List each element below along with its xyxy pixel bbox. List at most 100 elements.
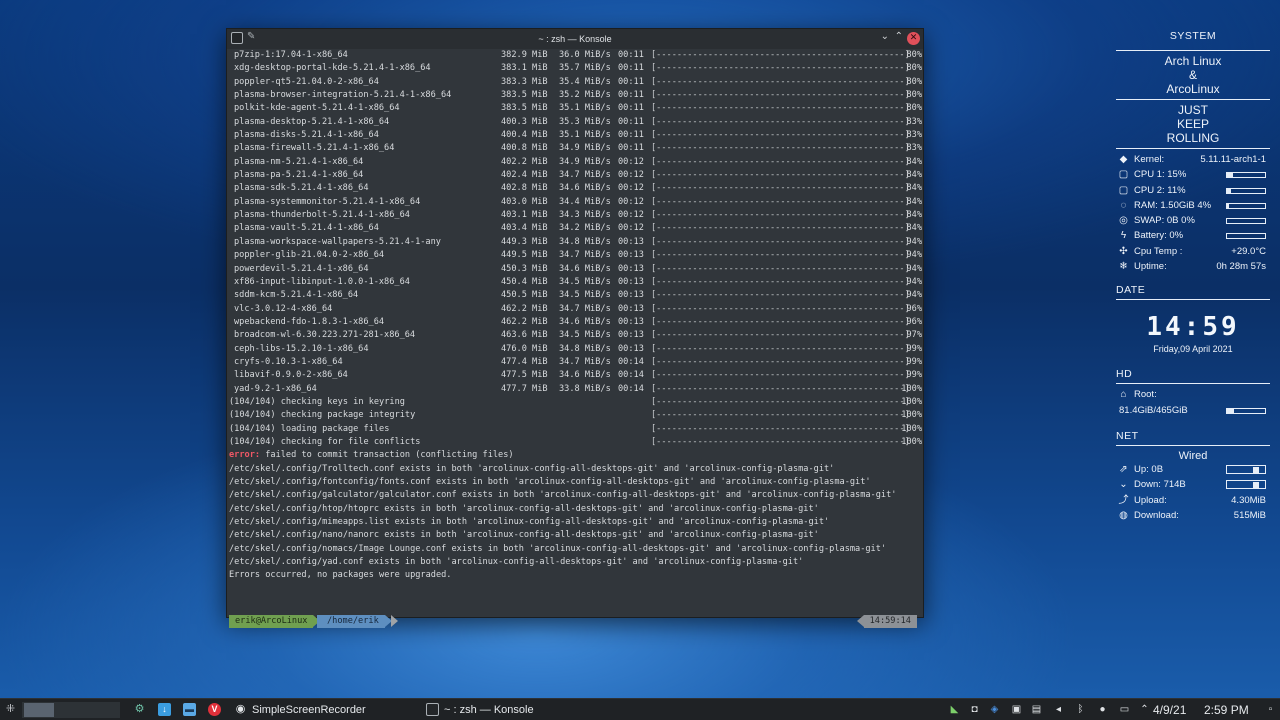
package-name: sddm-kcm-5.21.4-1-x86_64: [234, 290, 359, 301]
package-row: xdg-desktop-portal-kde-5.21.4-1-x86_64 38…: [229, 62, 922, 75]
progress-percent: 80%: [906, 50, 922, 60]
screenshot-icon[interactable]: ◘: [968, 703, 981, 716]
package-row: plasma-browser-integration-5.21.4-1-x86_…: [229, 89, 922, 102]
progress-bar: [---------------------------------------…: [651, 156, 910, 167]
progress-bar: [---------------------------------------…: [651, 370, 910, 381]
net-type: Wired: [1178, 449, 1208, 462]
motto-line-3: ROLLING: [1166, 131, 1220, 145]
clipboard-icon[interactable]: ▣: [1010, 703, 1023, 716]
system-settings-icon[interactable]: ⚙: [133, 703, 146, 716]
progress-bar: [---------------------------------------…: [651, 130, 910, 141]
arcolinux-tray-icon[interactable]: ◣: [948, 703, 961, 716]
conky-clock: 14:59: [1146, 312, 1240, 343]
konsole-window[interactable]: ✎ ~ : zsh — Konsole ⌄ ⌃ ✕ p7zip-1:17.04-…: [226, 28, 924, 628]
shell-prompt[interactable]: erik@ArcoLinux /home/erik 14:59:14: [229, 615, 921, 628]
step-text: (104/104) checking package integrity: [229, 410, 416, 421]
upload-icon: ⤴: [1118, 494, 1129, 506]
progress-bar: [---------------------------------------…: [651, 396, 910, 407]
package-size: 450.4 MiB: [501, 276, 548, 287]
minimize-button[interactable]: ⌄: [881, 31, 889, 42]
progress-percent: 84%: [906, 156, 922, 167]
cpu1-bar: [1226, 172, 1266, 179]
progress-percent: 94%: [906, 290, 922, 301]
desktop-1[interactable]: [24, 703, 54, 717]
divider: [1116, 299, 1270, 301]
download-rate: 35.4 MiB/s: [559, 76, 611, 87]
package-name: plasma-systemmonitor-5.21.4-1-x86_64: [234, 196, 421, 207]
progress-bar: [---------------------------------------…: [651, 236, 910, 247]
close-button[interactable]: ✕: [907, 32, 920, 45]
application-launcher-icon[interactable]: ⁜: [4, 703, 17, 716]
download-rate: 34.6 MiB/s: [559, 183, 611, 194]
package-size: 400.4 MiB: [501, 130, 548, 141]
file-manager-icon[interactable]: ▬: [183, 703, 196, 716]
elapsed-time: 00:12: [618, 170, 644, 181]
virtual-desktop-pager[interactable]: [22, 702, 120, 718]
chevron-down-icon: ⌄: [1119, 479, 1128, 491]
network-icon[interactable]: ▭: [1118, 703, 1131, 716]
update-icon[interactable]: ◈: [988, 703, 1001, 716]
package-row: plasma-firewall-5.21.4-1-x86_64 400.8 MiB…: [229, 142, 922, 155]
divider: [1116, 99, 1270, 100]
error-line: error: failed to commit transaction (con…: [229, 449, 921, 462]
elapsed-time: 00:13: [618, 316, 644, 327]
package-size: 403.4 MiB: [501, 223, 548, 234]
terminal-output[interactable]: p7zip-1:17.04-1-x86_64 382.9 MiB 36.0 MiB/…: [227, 49, 923, 628]
temp-label: Cpu Temp :: [1134, 245, 1183, 257]
diamond-icon: ◆: [1119, 154, 1128, 165]
system-title: SYSTEM: [1169, 30, 1217, 42]
download-rate: 34.8 MiB/s: [559, 236, 611, 247]
package-row: plasma-nm-5.21.4-1-x86_64 402.2 MiB 34.9 M…: [229, 156, 922, 169]
package-row: plasma-sdk-5.21.4-1-x86_64 402.8 MiB 34.6 …: [229, 182, 922, 195]
cpu2-label: CPU 2: 11%: [1134, 184, 1186, 196]
expand-tray-icon[interactable]: ⌃: [1138, 703, 1151, 716]
task-simplescreenrecorder[interactable]: ◉ SimpleScreenRecorder: [232, 700, 366, 720]
progress-percent: 80%: [906, 76, 922, 87]
window-titlebar[interactable]: ✎ ~ : zsh — Konsole ⌄ ⌃ ✕: [227, 29, 923, 49]
package-size: 449.5 MiB: [501, 250, 548, 261]
package-size: 400.8 MiB: [501, 143, 548, 154]
package-row: plasma-pa-5.21.4-1-x86_64 402.4 MiB 34.7 M…: [229, 169, 922, 182]
volume-icon[interactable]: ◂: [1052, 703, 1065, 716]
progress-bar: [---------------------------------------…: [651, 423, 910, 434]
vivaldi-browser-icon[interactable]: V: [208, 703, 221, 716]
kernel-value: 5.11.11-arch1-1: [1200, 154, 1266, 165]
download-rate: 34.3 MiB/s: [559, 210, 611, 221]
package-row: p7zip-1:17.04-1-x86_64 382.9 MiB 36.0 MiB/…: [229, 49, 922, 62]
package-size: 403.1 MiB: [501, 210, 548, 221]
temp-row: ✣ Cpu Temp : +29.0°C: [1116, 244, 1270, 259]
progress-bar: [---------------------------------------…: [651, 303, 910, 314]
transaction-step-row: (104/104) checking package integrity [---…: [229, 409, 922, 422]
bluetooth-icon[interactable]: ᛒ: [1074, 703, 1087, 716]
elapsed-time: 00:12: [618, 223, 644, 234]
progress-percent: 99%: [906, 356, 922, 367]
progress-percent: 84%: [906, 223, 922, 234]
progress-percent: 84%: [906, 183, 922, 194]
notes-icon[interactable]: ▤: [1030, 703, 1043, 716]
progress-percent: 80%: [906, 63, 922, 74]
download-manager-icon[interactable]: ↓: [158, 703, 171, 716]
package-row: sddm-kcm-5.21.4-1-x86_64 450.5 MiB 34.5 Mi…: [229, 289, 922, 302]
root-bar: [1226, 407, 1266, 414]
show-desktop-icon[interactable]: ▫: [1264, 703, 1277, 716]
progress-bar: [---------------------------------------…: [651, 316, 910, 327]
microphone-icon[interactable]: ●: [1096, 703, 1109, 716]
package-row: vlc-3.0.12-4-x86_64 462.2 MiB 34.7 MiB/s 00…: [229, 303, 922, 316]
motto-line-1: JUST: [1178, 103, 1208, 117]
package-row: ceph-libs-15.2.10-1-x86_64 476.0 MiB 34.8 …: [229, 343, 922, 356]
elapsed-time: 00:11: [618, 76, 644, 87]
maximize-button[interactable]: ⌃: [895, 31, 903, 42]
upload-label: Upload:: [1134, 494, 1167, 506]
progress-bar: [---------------------------------------…: [651, 436, 910, 447]
elapsed-time: 00:14: [618, 356, 644, 367]
package-name: plasma-desktop-5.21.4-1-x86_64: [234, 116, 390, 127]
root-usage-row: 81.4GiB/465GiB: [1116, 403, 1270, 418]
task-konsole[interactable]: ~ : zsh — Konsole: [424, 700, 534, 720]
taskbar-date[interactable]: 4/9/21: [1153, 699, 1186, 720]
taskbar-time[interactable]: 2:59 PM: [1204, 699, 1249, 720]
progress-percent: 84%: [906, 170, 922, 181]
package-name: plasma-browser-integration-5.21.4-1-x86_…: [234, 90, 452, 101]
package-name: plasma-firewall-5.21.4-1-x86_64: [234, 143, 395, 154]
progress-percent: 94%: [906, 263, 922, 274]
package-name: plasma-thunderbolt-5.21.4-1-x86_64: [234, 210, 410, 221]
